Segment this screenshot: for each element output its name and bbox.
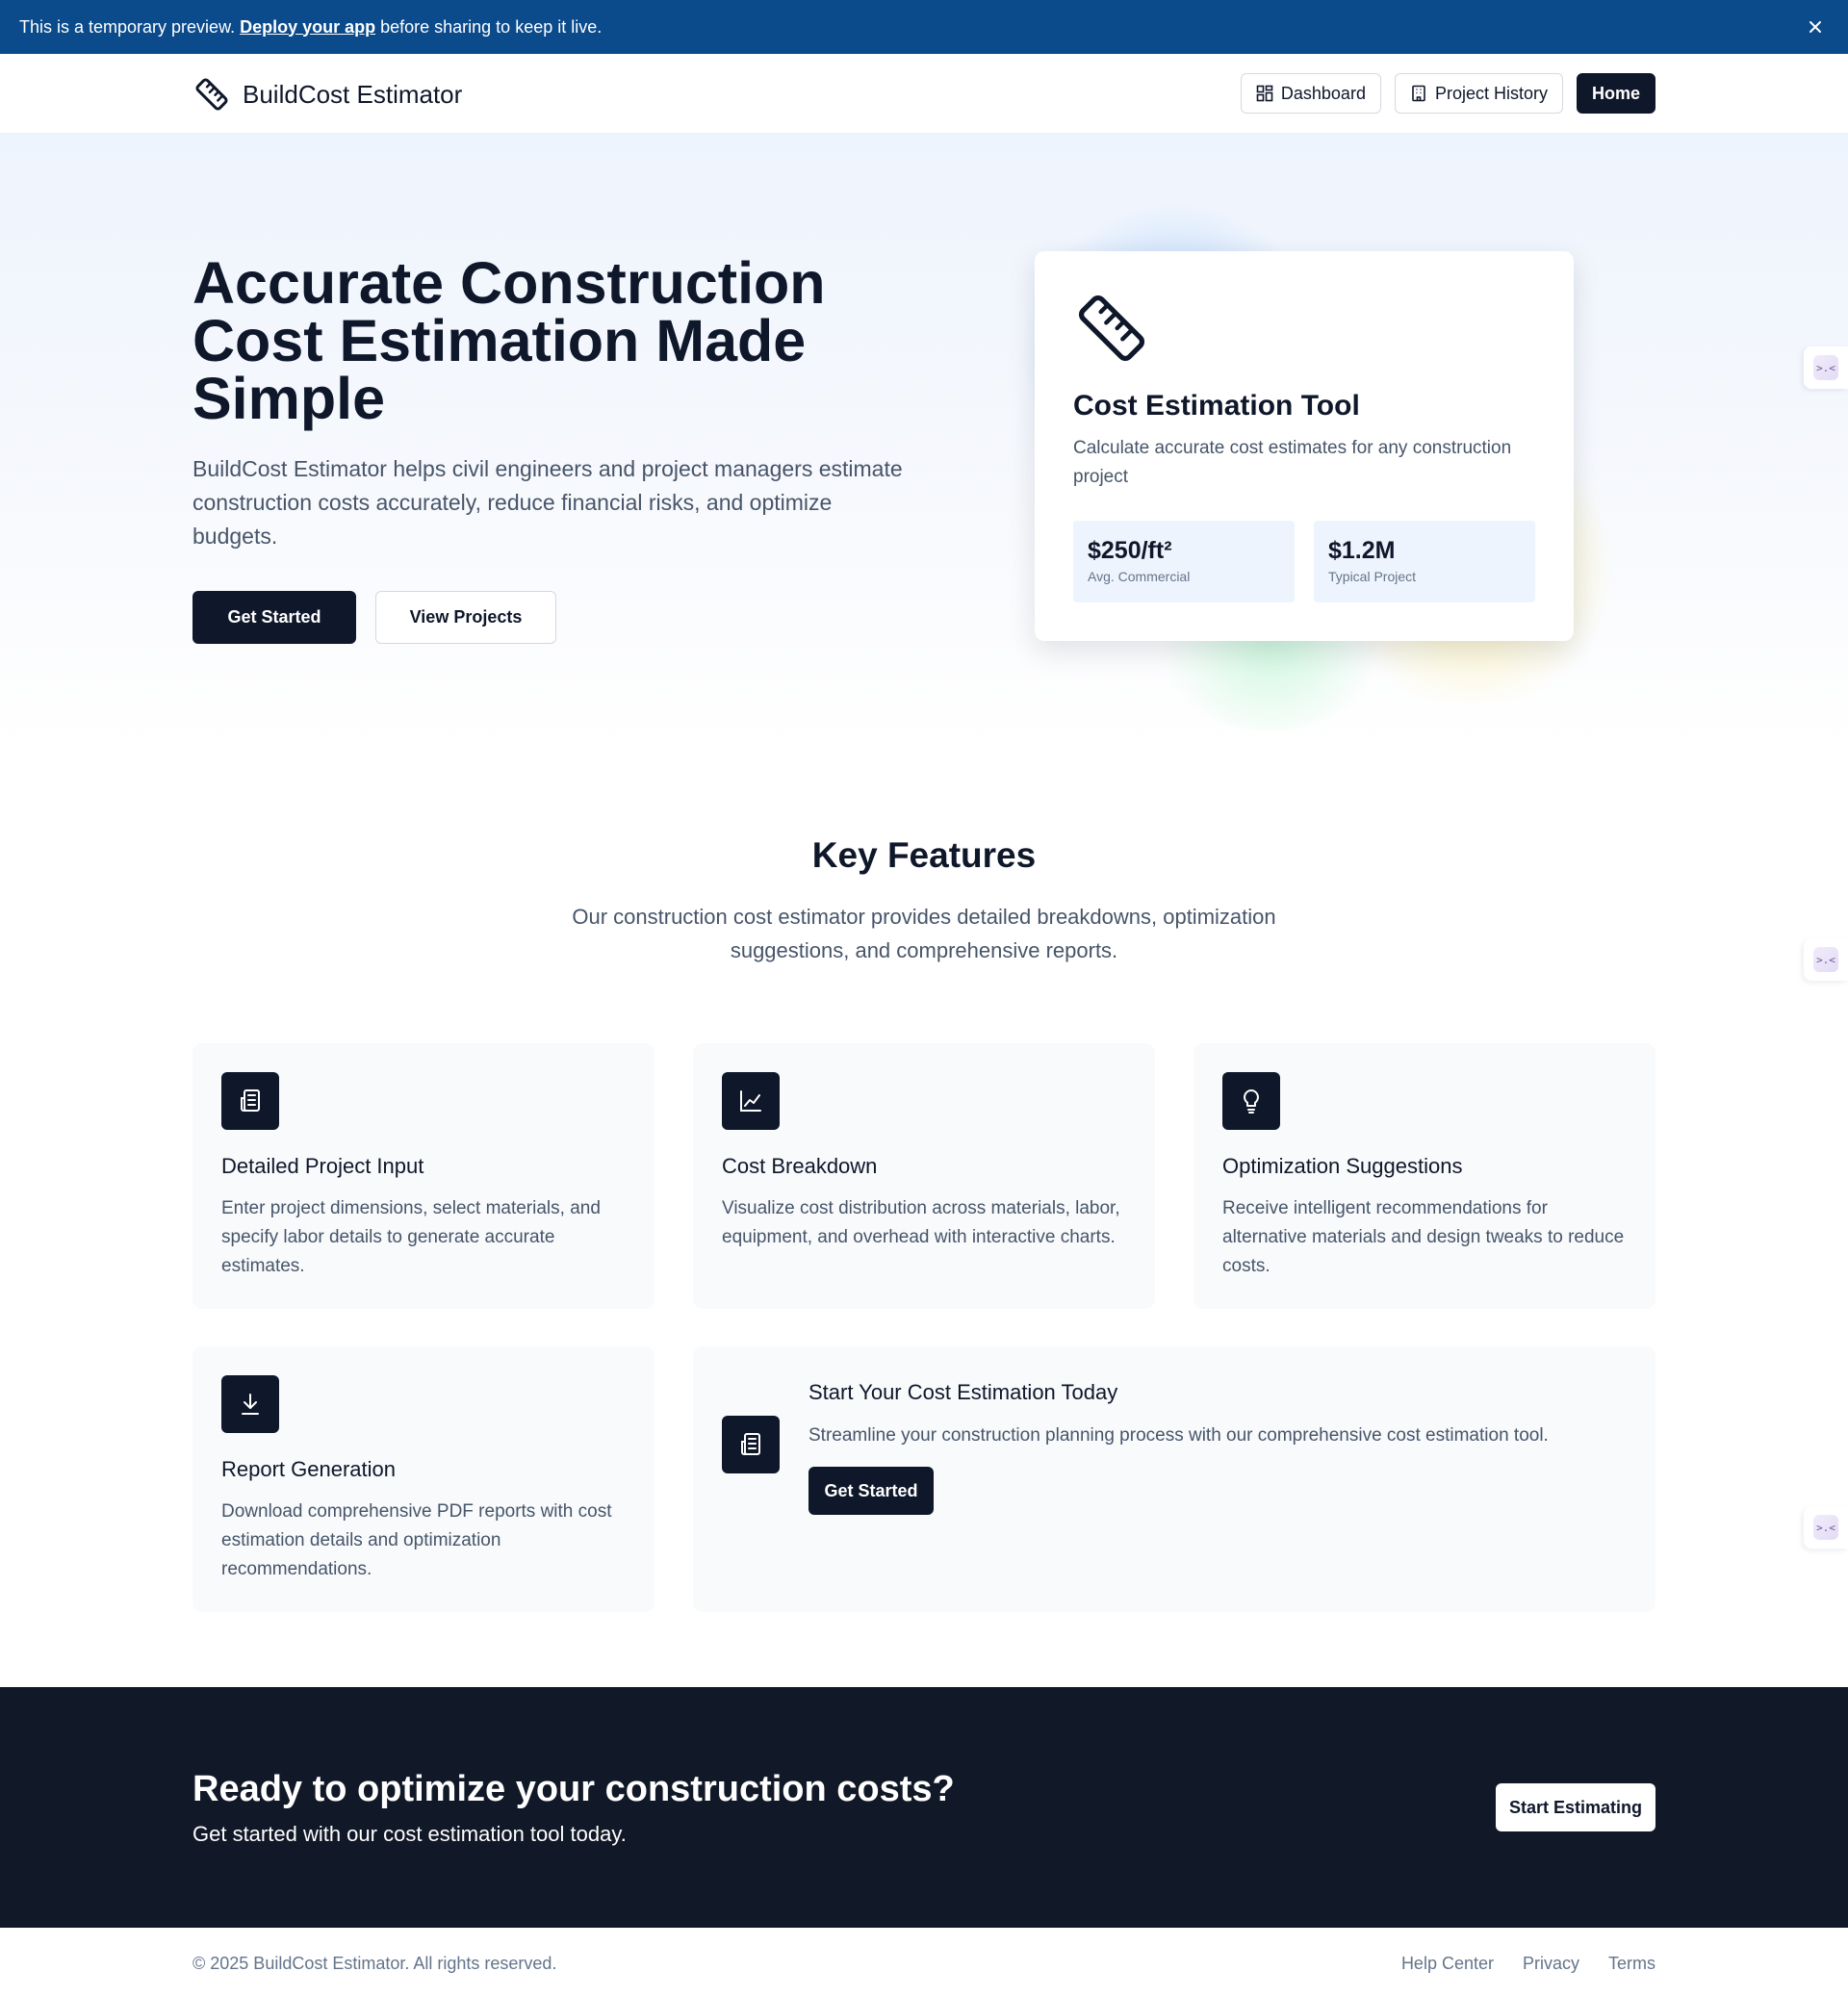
tool-card-title: Cost Estimation Tool (1073, 390, 1360, 422)
site-header: BuildCost Estimator Dashboard Project Hi… (0, 54, 1848, 134)
dashboard-icon (1256, 85, 1273, 102)
copyright: © 2025 BuildCost Estimator. All rights r… (192, 1954, 557, 1973)
stat-value: $250/ft² (1088, 537, 1172, 564)
get-started-button[interactable]: Get Started (192, 591, 356, 644)
banner-text-after: before sharing to keep it live. (380, 16, 603, 37)
feature-text: Visualize cost distribution across mater… (722, 1198, 1120, 1247)
side-widget-button[interactable]: >.< (1804, 1506, 1848, 1549)
cta-card-title: Start Your Cost Estimation Today (808, 1380, 1118, 1404)
feature-title: Cost Breakdown (722, 1154, 878, 1178)
ruler-icon (195, 78, 228, 111)
side-widget-button[interactable]: >.< (1804, 346, 1848, 389)
cost-estimation-tool-card: Cost Estimation Tool Calculate accurate … (1035, 251, 1574, 641)
home-button[interactable]: Home (1576, 73, 1656, 114)
project-history-button[interactable]: Project History (1394, 73, 1563, 114)
stat-label: Avg. Commercial (1088, 569, 1191, 584)
footer-links: Help Center Privacy Terms (1401, 1954, 1656, 1974)
tool-card-description: Calculate accurate cost estimates for an… (1073, 438, 1512, 487)
hero-section: Accurate Construction Cost Estimation Ma… (0, 134, 1848, 750)
banner-text-before: This is a temporary preview. (19, 16, 236, 37)
document-icon (722, 1416, 780, 1473)
building-icon (1412, 85, 1425, 102)
feature-text: Download comprehensive PDF reports with … (221, 1501, 612, 1579)
feature-card-detailed-input: Detailed Project Input Enter project dim… (192, 1043, 654, 1309)
stat-avg-commercial: $250/ft² Avg. Commercial (1073, 521, 1295, 602)
line-chart-icon (722, 1072, 780, 1130)
feature-text: Enter project dimensions, select materia… (221, 1198, 601, 1276)
cta-card-text: Streamline your construction planning pr… (808, 1425, 1549, 1446)
stat-typical-project: $1.2M Typical Project (1314, 521, 1535, 602)
side-widget-button[interactable]: >.< (1804, 938, 1848, 981)
cta-subtitle: Get started with our cost estimation too… (192, 1822, 627, 1846)
feature-card-cost-breakdown: Cost Breakdown Visualize cost distributi… (693, 1043, 1155, 1309)
dashboard-button[interactable]: Dashboard (1240, 73, 1381, 114)
logo[interactable]: BuildCost Estimator (192, 75, 462, 114)
deploy-app-link[interactable]: Deploy your app (240, 17, 375, 38)
start-estimation-card: Start Your Cost Estimation Today Streaml… (693, 1346, 1656, 1612)
feature-card-report-generation: Report Generation Download comprehensive… (192, 1346, 654, 1612)
lightbulb-icon (1222, 1072, 1280, 1130)
feature-card-optimization: Optimization Suggestions Receive intelli… (1194, 1043, 1656, 1309)
dashboard-label: Dashboard (1280, 83, 1366, 103)
main-nav: Dashboard Project History Home (1240, 73, 1656, 114)
widget-face-icon: >.< (1813, 947, 1838, 972)
terms-link[interactable]: Terms (1608, 1954, 1656, 1974)
help-center-link[interactable]: Help Center (1401, 1954, 1494, 1974)
brand-name: BuildCost Estimator (243, 79, 463, 109)
preview-banner: This is a temporary preview. Deploy your… (0, 0, 1848, 54)
site-footer: © 2025 BuildCost Estimator. All rights r… (0, 1928, 1848, 1997)
stat-label: Typical Project (1328, 569, 1417, 584)
start-estimating-button[interactable]: Start Estimating (1496, 1783, 1656, 1831)
widget-face-icon: >.< (1813, 1515, 1838, 1540)
document-icon (221, 1072, 279, 1130)
feature-title: Detailed Project Input (221, 1154, 424, 1178)
hero-lead: BuildCost Estimator helps civil engineer… (192, 456, 903, 549)
get-started-button[interactable]: Get Started (808, 1467, 934, 1515)
ruler-icon (1078, 294, 1145, 362)
features-title: Key Features (811, 835, 1037, 875)
feature-title: Optimization Suggestions (1222, 1154, 1463, 1178)
stat-value: $1.2M (1328, 537, 1396, 564)
download-icon (221, 1375, 279, 1433)
hero-title: Accurate Construction Cost Estimation Ma… (192, 250, 826, 431)
features-subtitle: Our construction cost estimator provides… (572, 905, 1276, 962)
cta-title: Ready to optimize your construction cost… (192, 1769, 955, 1809)
privacy-link[interactable]: Privacy (1523, 1954, 1579, 1974)
project-history-label: Project History (1434, 83, 1548, 103)
feature-title: Report Generation (221, 1457, 396, 1481)
cta-section: Ready to optimize your construction cost… (0, 1687, 1848, 1928)
close-icon[interactable] (1804, 15, 1827, 38)
view-projects-button[interactable]: View Projects (375, 591, 556, 644)
feature-text: Receive intelligent recommendations for … (1222, 1198, 1625, 1276)
widget-face-icon: >.< (1813, 355, 1838, 380)
